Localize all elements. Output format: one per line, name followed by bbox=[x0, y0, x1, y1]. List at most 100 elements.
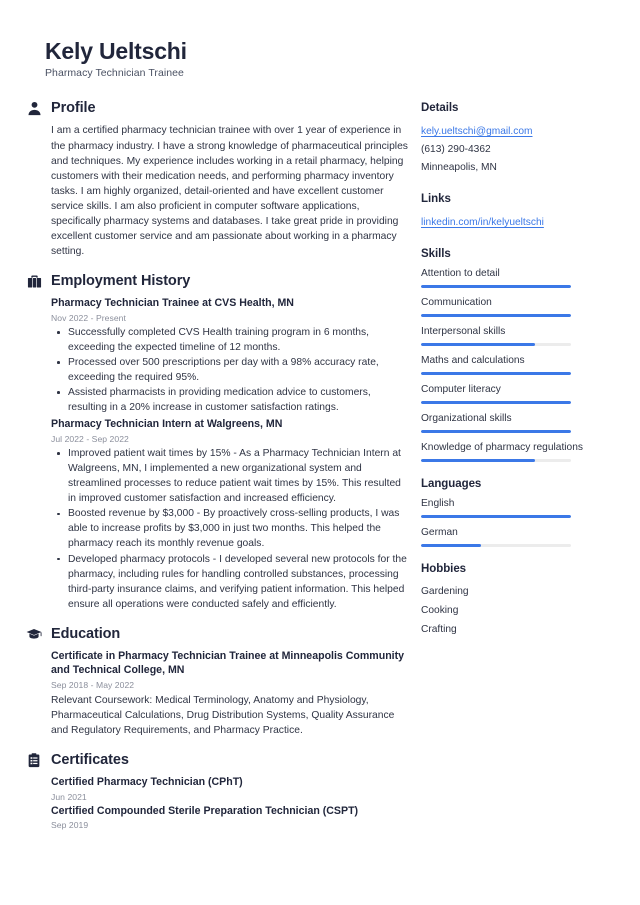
language-label: German bbox=[421, 527, 458, 539]
profile-heading: Profile bbox=[51, 100, 96, 117]
candidate-name: Kely Ueltschi bbox=[45, 38, 187, 64]
hobbies-heading: Hobbies bbox=[421, 563, 467, 576]
profile-text: I am a certified pharmacy technician tra… bbox=[51, 125, 408, 258]
section-certificates: Certificates Certified Pharmacy Technici… bbox=[26, 752, 410, 830]
skill-item: Attention to detail bbox=[421, 267, 625, 289]
bullet-item: Processed over 500 prescriptions per day… bbox=[51, 355, 410, 385]
employment-entry-title: Pharmacy Technician Trainee at CVS Healt… bbox=[51, 297, 294, 310]
education-entry: Certificate in Pharmacy Technician Train… bbox=[51, 649, 410, 738]
language-item: German bbox=[421, 526, 625, 548]
section-profile: Profile I am a certified pharmacy techni… bbox=[26, 100, 410, 259]
education-heading-row: Education bbox=[26, 626, 410, 642]
employment-heading: Employment History bbox=[51, 273, 191, 290]
employment-entry-title: Pharmacy Technician Intern at Walgreens,… bbox=[51, 418, 283, 431]
skill-bar-fill bbox=[421, 285, 571, 289]
skill-item: Interpersonal skills bbox=[421, 325, 625, 347]
skill-bar-fill bbox=[421, 372, 571, 376]
details-heading: Details bbox=[421, 102, 459, 115]
education-entry-date: Sep 2018 - May 2022 bbox=[51, 679, 135, 690]
skill-bar-fill bbox=[421, 343, 535, 347]
skill-item: Communication bbox=[421, 296, 625, 318]
skill-label: Organizational skills bbox=[421, 413, 512, 425]
skill-bar-track bbox=[421, 285, 571, 289]
skill-bar-track bbox=[421, 430, 571, 434]
resume-page: Kely Ueltschi Pharmacy Technician Traine… bbox=[0, 0, 640, 905]
employment-entry-bullets: Improved patient wait times by 15% - As … bbox=[51, 446, 410, 612]
bullet-item: Successfully completed CVS Health traini… bbox=[51, 325, 410, 355]
sidebar-hobbies: Hobbies Gardening Cooking Crafting bbox=[421, 563, 625, 639]
education-body: Certificate in Pharmacy Technician Train… bbox=[26, 649, 410, 738]
section-education: Education Certificate in Pharmacy Techni… bbox=[26, 626, 410, 738]
hobby-item: Cooking bbox=[421, 605, 459, 617]
skill-bar-fill bbox=[421, 401, 571, 405]
briefcase-icon bbox=[26, 273, 42, 289]
certificate-entry: Certified Pharmacy Technician (CPhT) Jun… bbox=[51, 775, 410, 802]
location-text: Minneapolis, MN bbox=[421, 162, 497, 174]
skill-bar-fill bbox=[421, 459, 535, 463]
candidate-job-title: Pharmacy Technician Trainee bbox=[45, 67, 184, 80]
sidebar-languages: Languages English German bbox=[421, 478, 625, 548]
skill-bar-track bbox=[421, 314, 571, 318]
skill-item: Computer literacy bbox=[421, 383, 625, 405]
education-entry-description: Relevant Coursework: Medical Terminology… bbox=[51, 694, 395, 737]
skill-item: Organizational skills bbox=[421, 412, 625, 434]
skill-bar-track bbox=[421, 401, 571, 405]
certificates-body: Certified Pharmacy Technician (CPhT) Jun… bbox=[26, 775, 410, 830]
skill-label: Computer literacy bbox=[421, 384, 501, 396]
bullet-item: Developed pharmacy protocols - I develop… bbox=[51, 552, 410, 612]
language-bar-fill bbox=[421, 544, 481, 548]
employment-entry-date: Jul 2022 - Sep 2022 bbox=[51, 433, 129, 444]
certificate-date: Jun 2021 bbox=[51, 791, 87, 802]
bullet-item: Improved patient wait times by 15% - As … bbox=[51, 446, 410, 506]
skill-label: Interpersonal skills bbox=[421, 326, 506, 338]
education-heading: Education bbox=[51, 625, 121, 642]
language-label: English bbox=[421, 498, 455, 510]
main-column: Profile I am a certified pharmacy techni… bbox=[0, 100, 410, 844]
bullet-item: Boosted revenue by $3,000 - By proactive… bbox=[51, 506, 410, 551]
certificates-heading: Certificates bbox=[51, 752, 129, 769]
skill-label: Maths and calculations bbox=[421, 355, 525, 367]
skills-heading: Skills bbox=[421, 248, 451, 261]
employment-heading-row: Employment History bbox=[26, 273, 410, 289]
skill-label: Communication bbox=[421, 297, 492, 309]
employment-entry-date: Nov 2022 - Present bbox=[51, 312, 126, 323]
employment-body: Pharmacy Technician Trainee at CVS Healt… bbox=[26, 296, 410, 612]
section-employment: Employment History Pharmacy Technician T… bbox=[26, 273, 410, 612]
graduation-cap-icon bbox=[26, 626, 42, 642]
sidebar-column: Details kely.ueltschi@gmail.com (613) 29… bbox=[410, 100, 625, 655]
certificate-entry: Certified Compounded Sterile Preparation… bbox=[51, 804, 410, 831]
hobby-item: Gardening bbox=[421, 586, 469, 598]
links-heading: Links bbox=[421, 193, 451, 206]
certificates-heading-row: Certificates bbox=[26, 752, 410, 768]
hobby-item: Crafting bbox=[421, 624, 457, 636]
skill-bar-fill bbox=[421, 314, 571, 318]
skill-bar-track bbox=[421, 343, 571, 347]
profile-heading-row: Profile bbox=[26, 100, 410, 116]
skill-bar-track bbox=[421, 459, 571, 463]
language-item: English bbox=[421, 497, 625, 519]
linkedin-link[interactable]: linkedin.com/in/kelyueltschi bbox=[421, 214, 544, 232]
phone-text: (613) 290-4362 bbox=[421, 144, 491, 156]
sidebar-links: Links linkedin.com/in/kelyueltschi bbox=[421, 193, 625, 232]
skill-label: Knowledge of pharmacy regulations bbox=[421, 442, 583, 454]
employment-entry-bullets: Successfully completed CVS Health traini… bbox=[51, 325, 410, 416]
sidebar-details: Details kely.ueltschi@gmail.com (613) 29… bbox=[421, 102, 625, 177]
email-link[interactable]: kely.ueltschi@gmail.com bbox=[421, 123, 533, 141]
clipboard-icon bbox=[26, 752, 42, 768]
resume-header: Kely Ueltschi Pharmacy Technician Traine… bbox=[0, 0, 640, 79]
employment-entry: Pharmacy Technician Intern at Walgreens,… bbox=[51, 417, 410, 612]
education-entry-title: Certificate in Pharmacy Technician Train… bbox=[51, 649, 405, 677]
resume-columns: Profile I am a certified pharmacy techni… bbox=[0, 79, 640, 844]
language-bar-fill bbox=[421, 515, 571, 519]
skill-bar-fill bbox=[421, 430, 571, 434]
profile-body: I am a certified pharmacy technician tra… bbox=[26, 123, 410, 259]
bullet-item: Assisted pharmacists in providing medica… bbox=[51, 385, 410, 415]
employment-entry: Pharmacy Technician Trainee at CVS Healt… bbox=[51, 296, 410, 415]
skill-item: Maths and calculations bbox=[421, 354, 625, 376]
language-bar-track bbox=[421, 515, 571, 519]
certificate-title: Certified Compounded Sterile Preparation… bbox=[51, 804, 359, 817]
certificate-date: Sep 2019 bbox=[51, 820, 89, 831]
languages-heading: Languages bbox=[421, 478, 482, 491]
certificate-title: Certified Pharmacy Technician (CPhT) bbox=[51, 776, 243, 789]
sidebar-skills: Skills Attention to detail Communication… bbox=[421, 248, 625, 463]
